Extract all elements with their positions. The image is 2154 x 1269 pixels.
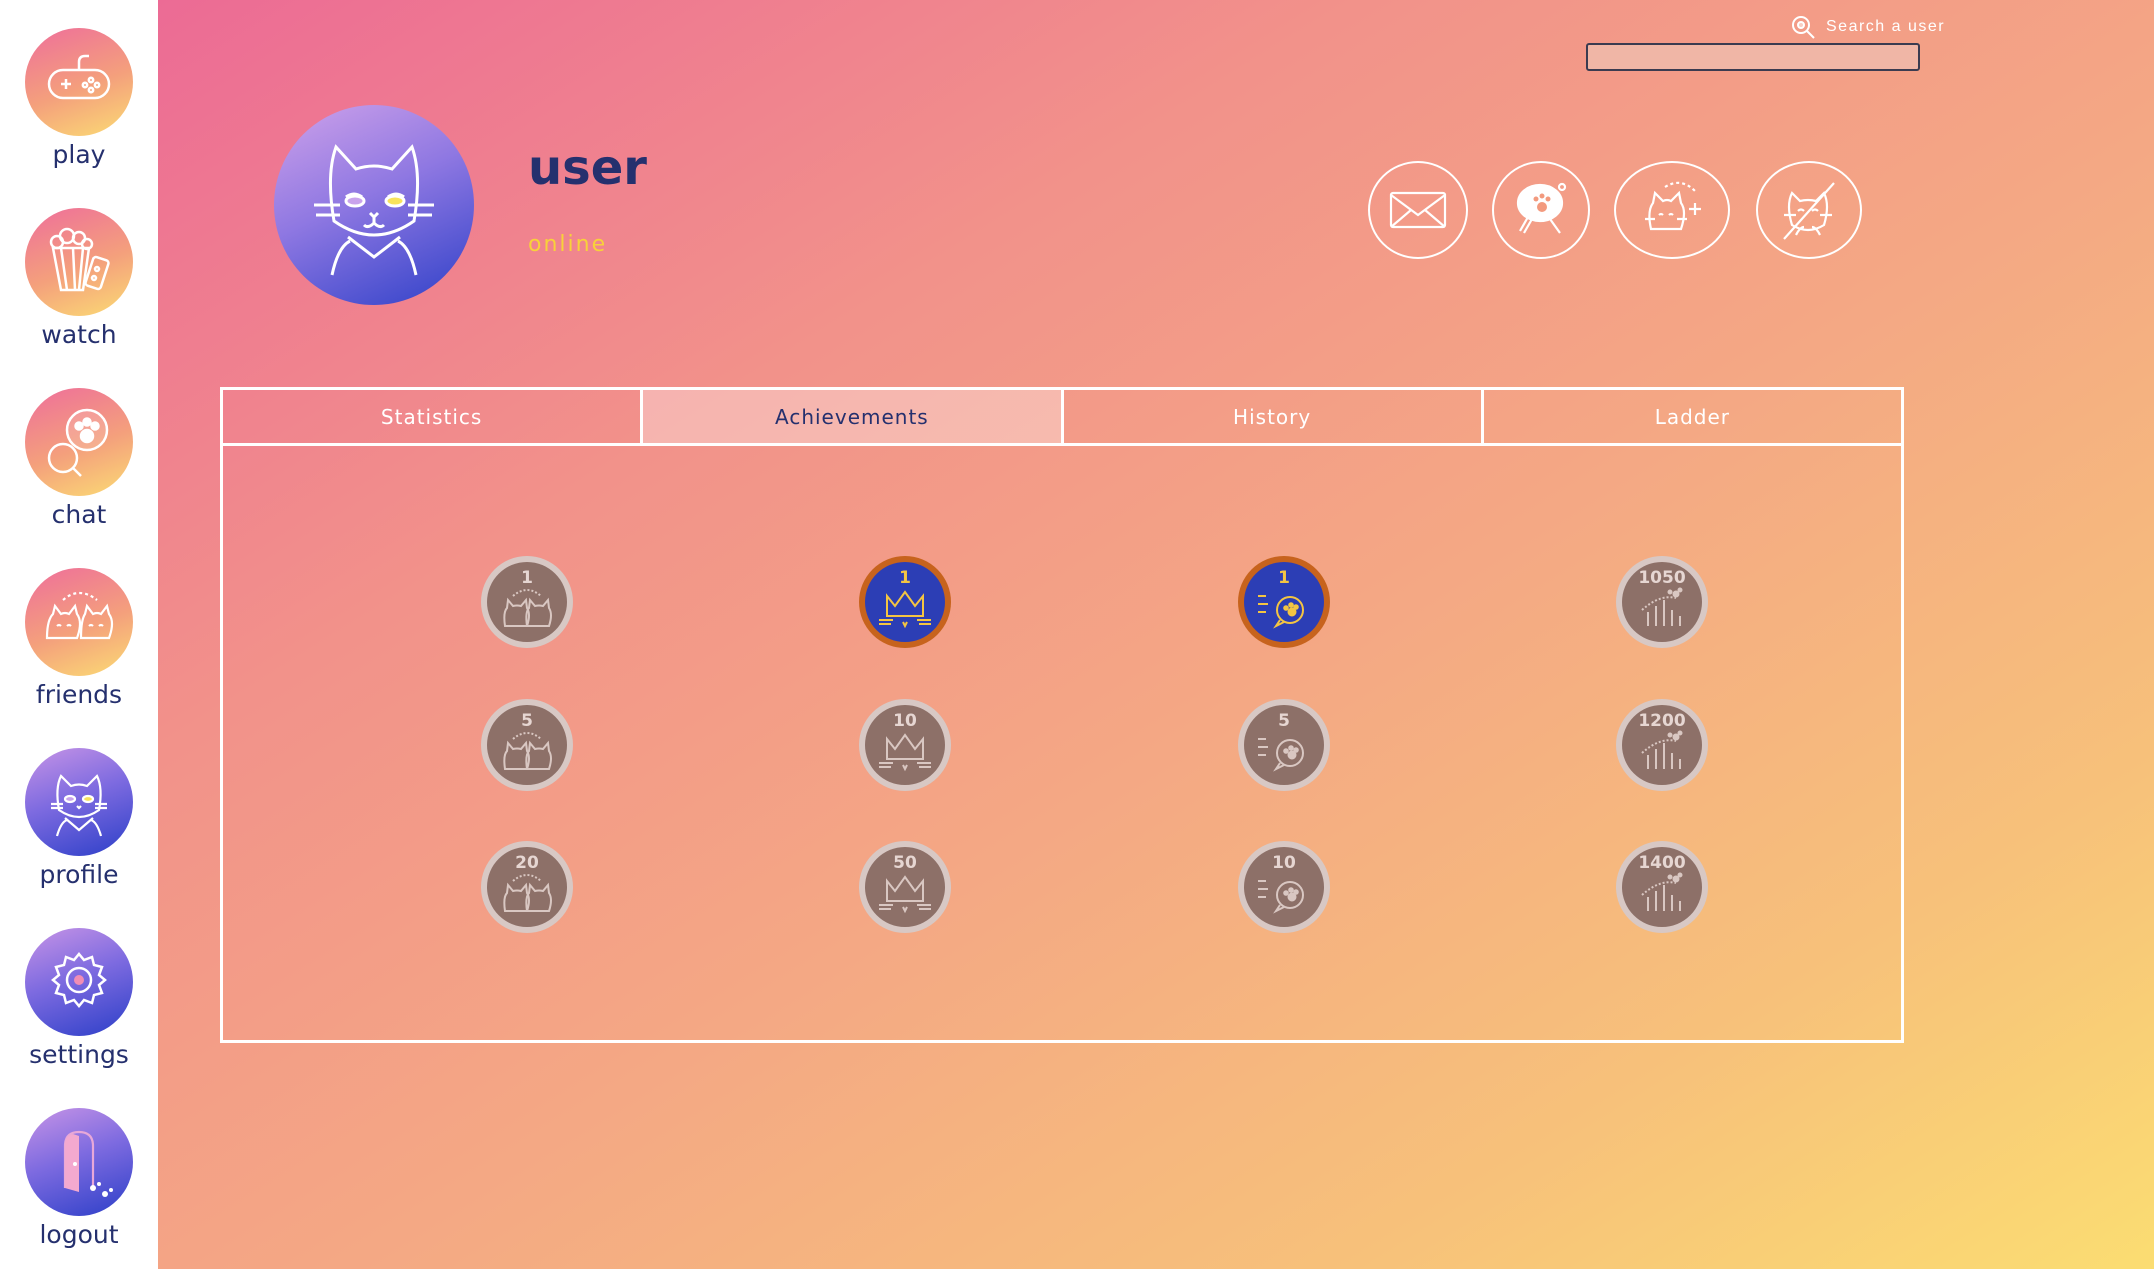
achievement-badge: 5 (479, 697, 575, 793)
tab-bar: Statistics Achievements History Ladder (223, 390, 1901, 446)
achievement-badge: 1050 (1614, 554, 1710, 650)
sidebar-item-settings[interactable]: settings (0, 928, 158, 1069)
tab-ladder[interactable]: Ladder (1484, 390, 1901, 443)
sidebar-item-label: friends (35, 680, 123, 709)
achievement-count: 50 (893, 853, 917, 873)
achievement-count: 5 (521, 711, 533, 731)
achievement-count: 1400 (1638, 853, 1686, 873)
sidebar-item-chat[interactable]: chat (0, 388, 158, 529)
sidebar-item-watch[interactable]: watch (0, 208, 158, 349)
achievement-count: 1050 (1638, 568, 1686, 588)
sidebar: play watch chat friends profile settings… (0, 0, 158, 1269)
sidebar-item-logout[interactable]: logout (0, 1108, 158, 1249)
achievement-badge: 50 (857, 839, 953, 935)
gear-icon (25, 928, 133, 1036)
sidebar-item-label: play (52, 140, 106, 169)
sidebar-item-label: chat (51, 500, 107, 529)
achievement-count: 1 (899, 568, 911, 588)
profile-tabs-panel: Statistics Achievements History Ladder 1… (220, 387, 1904, 1043)
search-icon (1792, 16, 1815, 39)
message-button[interactable] (1368, 161, 1468, 259)
cat-plus-icon (1645, 181, 1701, 231)
cat-crossed-icon (1783, 182, 1835, 240)
sidebar-item-label: watch (41, 320, 117, 349)
cat-friends-icon (25, 568, 133, 676)
sidebar-item-label: settings (29, 1040, 129, 1069)
search-label: Search a user (1790, 14, 1945, 40)
achievement-badge: 1 (479, 554, 575, 650)
add-friend-button[interactable] (1614, 161, 1730, 259)
achievement-count: 5 (1278, 711, 1290, 731)
achievement-count: 10 (893, 711, 917, 731)
profile-page: Search a user user online Statistics Ach… (158, 0, 2154, 1269)
gamepad-icon (25, 28, 133, 136)
username: user (528, 140, 647, 196)
popcorn-icon (25, 208, 133, 316)
achievement-count: 1200 (1638, 711, 1686, 731)
online-status: online (528, 232, 608, 257)
achievement-badge: 1200 (1614, 697, 1710, 793)
cat-avatar-icon (25, 748, 133, 856)
achievement-count: 1 (1278, 568, 1290, 588)
tab-achievements[interactable]: Achievements (643, 390, 1064, 443)
achievement-count: 1 (521, 568, 533, 588)
search-input[interactable] (1586, 43, 1920, 71)
achievement-badge: 1 (1236, 554, 1332, 650)
achievement-badge: 10 (1236, 839, 1332, 935)
achievement-count: 10 (1272, 853, 1296, 873)
sidebar-item-profile[interactable]: profile (0, 748, 158, 889)
achievement-badge: 20 (479, 839, 575, 935)
achievement-count: 20 (515, 853, 539, 873)
invite-game-button[interactable] (1492, 161, 1590, 259)
sidebar-item-label: profile (39, 860, 119, 889)
achievement-badge: 1400 (1614, 839, 1710, 935)
block-user-button[interactable] (1756, 161, 1862, 259)
chat-bubbles-icon (25, 388, 133, 496)
tab-statistics[interactable]: Statistics (223, 390, 644, 443)
ping-pong-paddle-icon (1516, 182, 1567, 234)
achievement-badge: 10 (857, 697, 953, 793)
tab-history[interactable]: History (1064, 390, 1484, 443)
sidebar-item-play[interactable]: play (0, 28, 158, 169)
envelope-icon (1389, 191, 1447, 229)
avatar (274, 105, 474, 305)
search-label-text: Search a user (1826, 18, 1946, 35)
achievement-badge: 5 (1236, 697, 1332, 793)
sidebar-item-friends[interactable]: friends (0, 568, 158, 709)
achievement-badge: 1 (857, 554, 953, 650)
sidebar-item-label: logout (39, 1220, 119, 1249)
door-icon (25, 1108, 133, 1216)
